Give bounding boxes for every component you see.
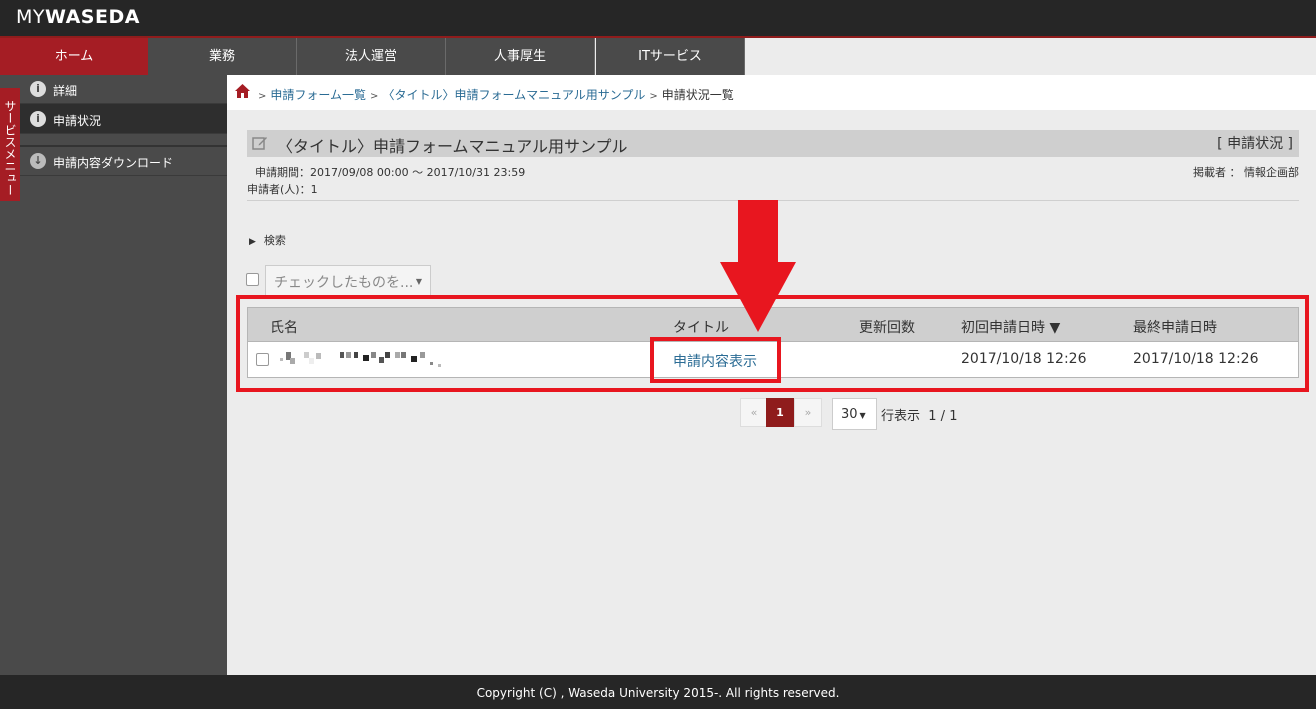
download-icon: ↓ xyxy=(30,153,46,169)
rows-per-page-value: 30 xyxy=(841,407,858,422)
caret-down-icon: ▼ xyxy=(859,411,866,420)
info-icon: i xyxy=(30,111,46,127)
sidebar-item-label: 申請内容ダウンロード xyxy=(53,156,174,170)
sidebar-item-detail[interactable]: i 詳細 xyxy=(0,75,227,104)
top-header: MYWASEDA xyxy=(0,0,1316,36)
prev-page-button[interactable]: « xyxy=(740,398,768,427)
sidebar-divider xyxy=(0,134,227,146)
breadcrumb-separator: > xyxy=(370,91,379,102)
search-toggle[interactable]: ▶ 検索 xyxy=(249,232,286,248)
sidebar: i 詳細 i 申請状況 ↓ 申請内容ダウンロード xyxy=(0,75,227,675)
sidebar-item-status[interactable]: i 申請状況 xyxy=(0,104,227,134)
logo-my: MY xyxy=(16,6,45,28)
tab-business[interactable]: 業務 xyxy=(148,38,297,75)
breadcrumb-separator: > xyxy=(258,91,267,102)
page-info: 1 / 1 xyxy=(928,409,958,424)
breadcrumb-current: 申請状況一覧 xyxy=(661,88,734,102)
page-1-button[interactable]: 1 xyxy=(766,398,794,427)
tab-it-service[interactable]: ITサービス xyxy=(596,38,745,75)
bulk-action-select[interactable]: チェックしたものを... ▼ xyxy=(265,265,431,296)
main-nav: ホーム 業務 法人運営 人事厚生 ITサービス xyxy=(0,38,1316,75)
rows-label: 行表示 1 / 1 xyxy=(881,405,957,424)
edit-icon xyxy=(252,135,268,154)
breadcrumb: > 申請フォーム一覧 > 〈タイトル〉申請フォームマニュアル用サンプル > 申請状況一覧 xyxy=(227,75,1316,110)
breadcrumb-form-list[interactable]: 申請フォーム一覧 xyxy=(270,88,366,102)
caret-down-icon: ▼ xyxy=(415,277,422,286)
page-title: 〈タイトル〉申請フォームマニュアル用サンプル xyxy=(277,137,628,156)
info-icon: i xyxy=(30,81,46,97)
home-icon[interactable] xyxy=(235,84,250,101)
bulk-action-placeholder: チェックしたものを... xyxy=(274,275,414,291)
breadcrumb-form-title[interactable]: 〈タイトル〉申請フォームマニュアル用サンプル xyxy=(382,88,645,102)
footer: Copyright (C) , Waseda University 2015-.… xyxy=(0,675,1316,709)
logo-waseda: WASEDA xyxy=(45,6,140,28)
triangle-right-icon: ▶ xyxy=(249,237,256,247)
sidebar-item-download[interactable]: ↓ 申請内容ダウンロード xyxy=(0,146,227,176)
annotation-box-link xyxy=(650,337,781,383)
applicant-count: 申請者(人)：1 xyxy=(247,183,318,196)
tab-home[interactable]: ホーム xyxy=(0,38,149,75)
breadcrumb-separator: > xyxy=(649,91,658,102)
rows-display-label: 行表示 xyxy=(881,409,921,424)
annotation-arrow-down-icon xyxy=(720,200,796,332)
status-label: [ 申請状況 ] xyxy=(1217,136,1293,152)
application-period: 申請期間：2017/09/08 00:00 ～ 2017/10/31 23:59 xyxy=(255,166,526,179)
logo[interactable]: MYWASEDA xyxy=(16,6,140,28)
publisher: 掲載者 ： 情報企画部 xyxy=(1193,166,1299,179)
tab-corporate[interactable]: 法人運営 xyxy=(297,38,446,75)
sidebar-item-label: 申請状況 xyxy=(53,114,102,128)
service-menu-toggle[interactable]: サービスメニュー xyxy=(0,88,20,201)
search-label: 検索 xyxy=(263,234,286,247)
select-all-checkbox[interactable] xyxy=(246,273,259,286)
next-page-button[interactable]: » xyxy=(794,398,822,427)
sidebar-item-label: 詳細 xyxy=(53,84,78,98)
tab-hr[interactable]: 人事厚生 xyxy=(446,38,595,75)
rows-per-page-select[interactable]: 30 ▼ xyxy=(832,398,877,430)
form-title-bar: 〈タイトル〉申請フォームマニュアル用サンプル [ 申請状況 ] xyxy=(247,130,1299,157)
